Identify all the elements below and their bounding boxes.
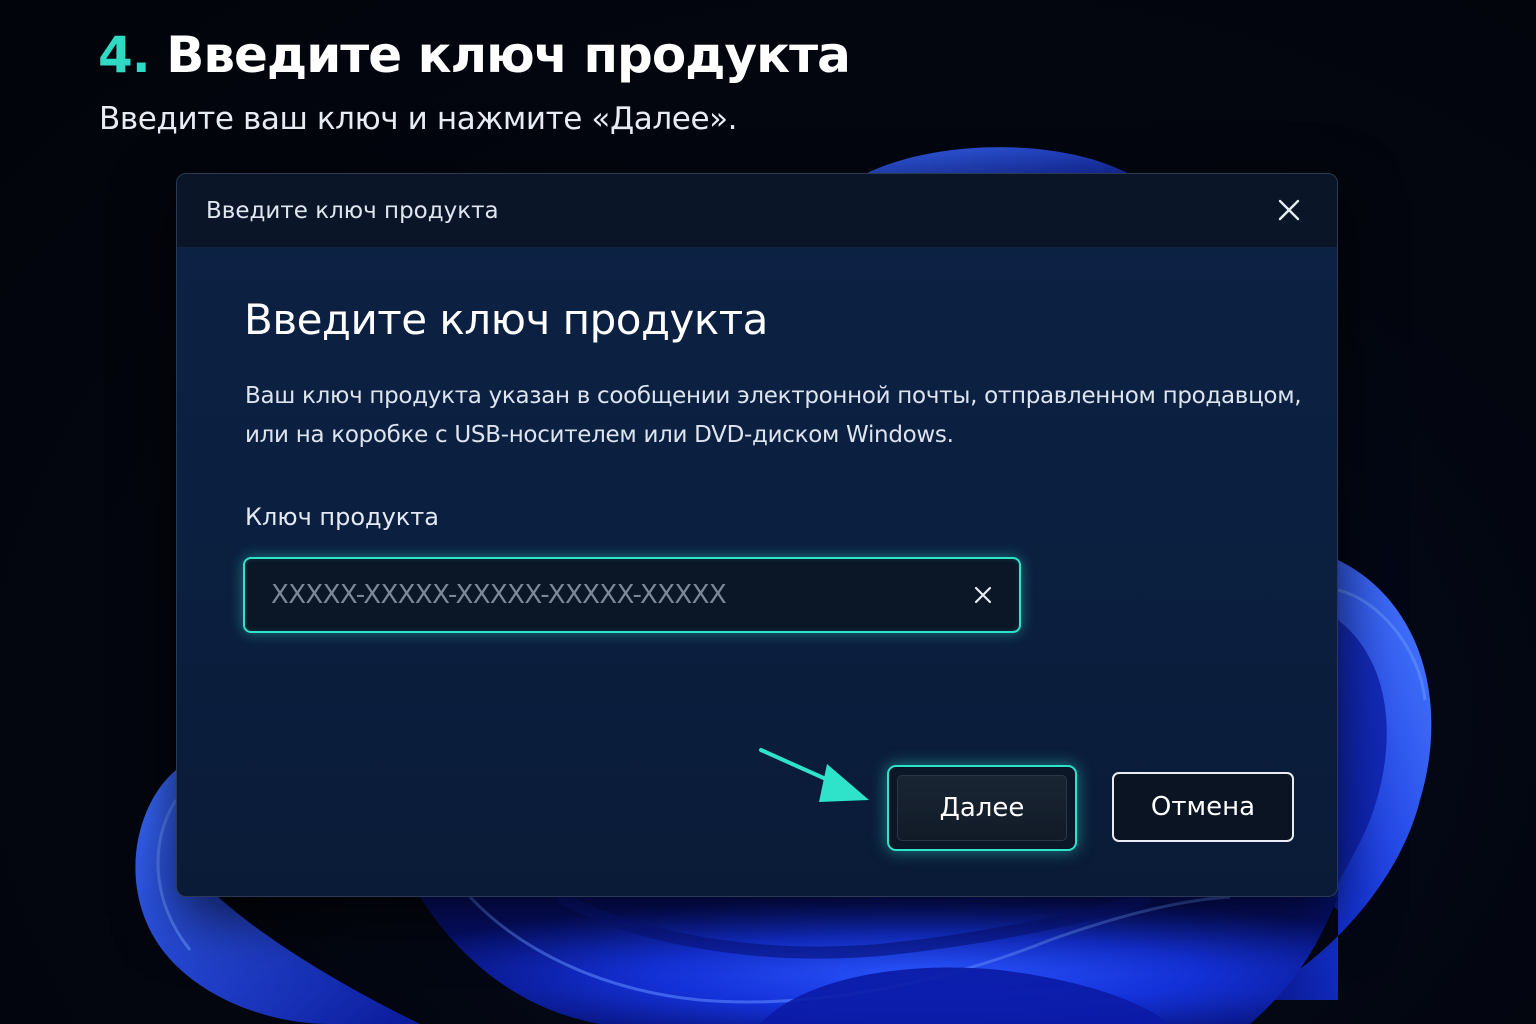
step-title: Введите ключ продукта xyxy=(166,26,851,84)
product-key-label: Ключ продукта xyxy=(245,503,439,531)
description-line: Ваш ключ продукта указан в сообщении эле… xyxy=(245,383,1302,409)
dialog-title: Введите ключ продукта xyxy=(206,198,499,224)
product-key-input[interactable] xyxy=(271,559,931,631)
clear-icon xyxy=(974,586,992,604)
dialog-titlebar: Введите ключ продукта xyxy=(177,174,1337,248)
close-icon xyxy=(1278,199,1300,221)
cancel-button[interactable]: Отмена xyxy=(1112,772,1294,842)
next-button-label: Далее xyxy=(897,775,1067,841)
dialog-description: Ваш ключ продукта указан в сообщении эле… xyxy=(245,377,1305,455)
step-heading: 4. Введите ключ продукта xyxy=(98,26,851,84)
screen: 4. Введите ключ продукта Введите ваш клю… xyxy=(0,0,1536,1024)
next-button[interactable]: Далее xyxy=(887,765,1077,851)
close-button[interactable] xyxy=(1269,190,1309,230)
step-number: 4. xyxy=(98,26,151,84)
product-key-dialog: Введите ключ продукта Введите ключ проду… xyxy=(176,173,1338,897)
arrow-pointer-icon xyxy=(759,748,869,802)
description-line: или на коробке с USB-носителем или DVD-д… xyxy=(245,422,954,448)
clear-input-button[interactable] xyxy=(965,577,1001,613)
step-subtitle: Введите ваш ключ и нажмите «Далее». xyxy=(99,101,738,137)
product-key-field xyxy=(243,557,1021,633)
dialog-heading: Введите ключ продукта xyxy=(244,295,768,344)
